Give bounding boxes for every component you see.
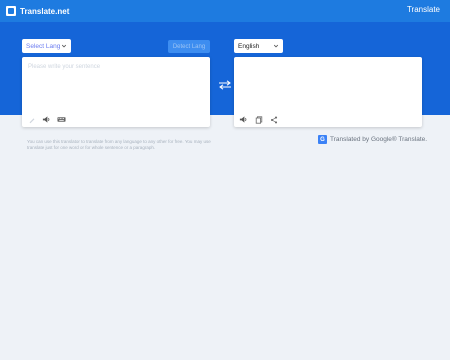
share-icon[interactable]: [269, 115, 278, 124]
source-panel: [22, 57, 210, 127]
copy-icon[interactable]: [254, 115, 263, 124]
target-language-select[interactable]: English: [234, 39, 283, 53]
google-translate-icon: G: [318, 135, 327, 144]
source-language-select[interactable]: Select Lang: [22, 39, 71, 53]
keyboard-icon[interactable]: [57, 115, 66, 124]
target-panel: [234, 57, 422, 127]
pen-icon[interactable]: [27, 115, 36, 124]
translate-logo-icon: [6, 6, 16, 16]
source-language-label: Select Lang: [26, 42, 61, 50]
chevron-down-icon: [273, 44, 279, 48]
translation-output: [234, 57, 422, 109]
target-toolbar: [239, 115, 278, 124]
google-credit: G Translated by Google® Translate.: [318, 135, 427, 144]
top-bar: Translate.net Translate: [0, 0, 450, 22]
credit-text: Translated by Google® Translate.: [330, 136, 428, 143]
usage-note: You can use this translator to translate…: [27, 139, 211, 150]
detect-language-button[interactable]: Detect Lang: [168, 40, 210, 53]
speaker-icon[interactable]: [42, 115, 51, 124]
nav-translate-link[interactable]: Translate: [407, 5, 440, 14]
target-language-label: English: [238, 42, 260, 50]
speaker-icon[interactable]: [239, 115, 248, 124]
source-text-input[interactable]: [26, 62, 200, 110]
brand-logo[interactable]: Translate.net: [6, 6, 69, 16]
brand-name: Translate.net: [20, 6, 70, 16]
swap-icon[interactable]: [218, 80, 232, 90]
source-toolbar: [27, 115, 66, 124]
chevron-down-icon: [61, 44, 67, 48]
